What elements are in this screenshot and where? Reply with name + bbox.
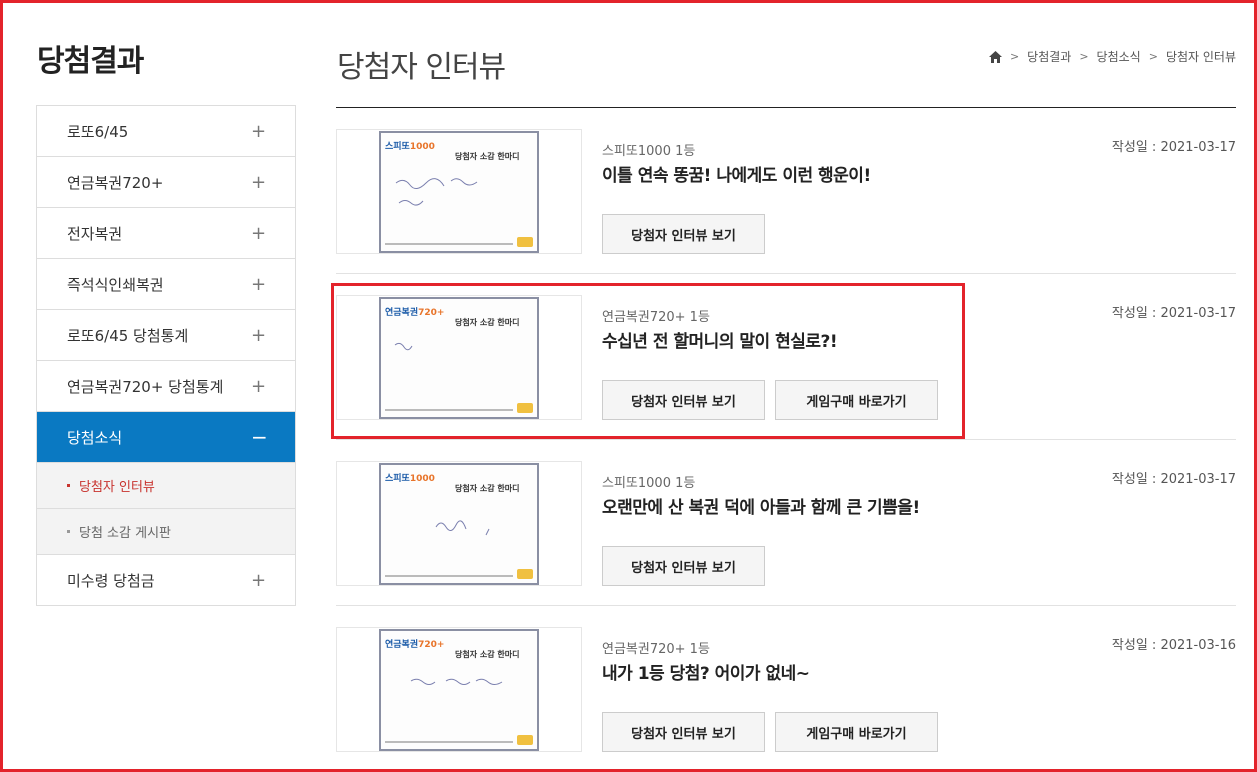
card-date: 작성일 : 2021-03-17 <box>1111 472 1236 487</box>
plus-icon: + <box>251 120 267 142</box>
interview-thumbnail[interactable]: 스피또1000 당첨자 소감 한마디 <box>336 129 582 254</box>
paper-heading: 당첨자 소감 한마디 <box>455 484 520 493</box>
breadcrumb-item[interactable]: 당첨소식 <box>1097 48 1141 65</box>
breadcrumb-item: 당첨자 인터뷰 <box>1165 50 1236 64</box>
buy-game-button[interactable]: 게임구매 바로가기 <box>775 380 938 420</box>
sidebar-item-label: 연금복권720+ <box>67 173 164 192</box>
sidebar-item-unclaimed[interactable]: 미수령 당첨금 + <box>37 555 295 606</box>
handwriting-scribble <box>435 520 490 536</box>
paper-heading: 당첨자 소감 한마디 <box>455 152 520 161</box>
sidebar-subitem-label: 당첨자 인터뷰 <box>79 480 155 495</box>
chevron-right-icon: > <box>1079 50 1089 63</box>
card-headline[interactable]: 수십년 전 할머니의 말이 현실로?! <box>602 327 838 352</box>
lottery-logo: 연금복권720+ <box>385 308 445 318</box>
sidebar-item-label: 전자복권 <box>67 224 123 243</box>
plus-icon: + <box>251 324 267 346</box>
card-category: 스피또1000 1등 <box>602 144 696 159</box>
sidebar-item-label: 연금복권720+ 당첨통계 <box>67 377 224 396</box>
card-date: 작성일 : 2021-03-17 <box>1111 140 1236 155</box>
sidebar-subitem-interview[interactable]: 당첨자 인터뷰 <box>37 463 295 509</box>
home-icon[interactable] <box>988 50 1002 63</box>
lottery-logo: 스피또1000 <box>385 474 435 484</box>
sidebar-item-pension-stats[interactable]: 연금복권720+ 당첨통계 + <box>37 361 295 412</box>
paper-footer <box>385 575 513 577</box>
sidebar-item-label: 즉석식인쇄복권 <box>67 275 164 294</box>
paper-footer <box>385 243 513 245</box>
sidebar-title: 당첨결과 <box>37 44 144 79</box>
card-category: 연금복권720+ 1등 <box>602 642 710 657</box>
paper-heading: 당첨자 소감 한마디 <box>455 650 520 659</box>
breadcrumb-item[interactable]: 당첨결과 <box>1027 48 1071 65</box>
interview-card: 연금복권720+ 당첨자 소감 한마디 연금복권720+ 1등 수십년 전 할머… <box>336 274 1236 440</box>
sidebar-item-label: 로또6/45 당첨통계 <box>67 326 189 345</box>
sidebar-subitem-label: 당첨 소감 게시판 <box>79 526 171 541</box>
interview-thumbnail[interactable]: 연금복권720+ 당첨자 소감 한마디 <box>336 295 582 420</box>
plus-icon: + <box>251 222 267 244</box>
sidebar-subitem-board[interactable]: 당첨 소감 게시판 <box>37 509 295 555</box>
handwriting-scribble <box>394 342 413 351</box>
sidebar-item-pension720[interactable]: 연금복권720+ + <box>37 157 295 208</box>
interview-card: 연금복권720+ 당첨자 소감 한마디 연금복권720+ 1등 내가 1등 당첨… <box>336 606 1236 772</box>
view-interview-button[interactable]: 당첨자 인터뷰 보기 <box>602 712 765 752</box>
breadcrumb: > 당첨결과 > 당첨소식 > 당첨자 인터뷰 <box>988 48 1236 65</box>
sidebar-item-instant[interactable]: 즉석식인쇄복권 + <box>37 259 295 310</box>
card-date: 작성일 : 2021-03-17 <box>1111 306 1236 321</box>
card-date: 작성일 : 2021-03-16 <box>1111 638 1236 653</box>
sidebar-item-news[interactable]: 당첨소식 − <box>37 412 295 463</box>
plus-icon: + <box>251 273 267 295</box>
handwritten-note-image: 연금복권720+ 당첨자 소감 한마디 <box>379 629 539 751</box>
card-headline[interactable]: 내가 1등 당첨? 어이가 없네~ <box>602 659 810 684</box>
stamp-icon <box>517 237 533 247</box>
paper-footer <box>385 409 513 411</box>
handwritten-note-image: 연금복권720+ 당첨자 소감 한마디 <box>379 297 539 419</box>
card-category: 연금복권720+ 1등 <box>602 310 710 325</box>
bullet-icon <box>67 484 70 487</box>
card-headline[interactable]: 이틀 연속 똥꿈! 나에게도 이런 행운이! <box>602 161 871 186</box>
sidebar-item-electronic[interactable]: 전자복권 + <box>37 208 295 259</box>
card-headline[interactable]: 오랜만에 산 복권 덕에 아들과 함께 큰 기쁨을! <box>602 493 920 518</box>
view-interview-button[interactable]: 당첨자 인터뷰 보기 <box>602 380 765 420</box>
paper-footer <box>385 741 513 743</box>
interview-thumbnail[interactable]: 연금복권720+ 당첨자 소감 한마디 <box>336 627 582 752</box>
plus-icon: + <box>251 375 267 397</box>
chevron-right-icon: > <box>1148 50 1158 63</box>
sidebar-menu: 로또6/45 + 연금복권720+ + 전자복권 + 즉석식인쇄복권 + 로또6/45 … <box>36 105 296 606</box>
interview-thumbnail[interactable]: 스피또1000 당첨자 소감 한마디 <box>336 461 582 586</box>
lottery-logo: 스피또1000 <box>385 142 435 152</box>
plus-icon: + <box>251 569 267 591</box>
page-title: 당첨자 인터뷰 <box>337 50 506 85</box>
stamp-icon <box>517 403 533 413</box>
handwriting-scribble <box>395 178 478 206</box>
stamp-icon <box>517 569 533 579</box>
handwritten-note-image: 스피또1000 당첨자 소감 한마디 <box>379 463 539 585</box>
interview-card: 스피또1000 당첨자 소감 한마디 스피또1000 1등 오랜만에 산 복권 … <box>336 440 1236 606</box>
view-interview-button[interactable]: 당첨자 인터뷰 보기 <box>602 214 765 254</box>
handwritten-note-image: 스피또1000 당첨자 소감 한마디 <box>379 131 539 253</box>
buy-game-button[interactable]: 게임구매 바로가기 <box>775 712 938 752</box>
sidebar-item-label: 로또6/45 <box>67 122 129 141</box>
view-interview-button[interactable]: 당첨자 인터뷰 보기 <box>602 546 765 586</box>
sidebar-item-lotto645[interactable]: 로또6/45 + <box>37 106 295 157</box>
lottery-logo: 연금복권720+ <box>385 640 445 650</box>
sidebar-item-lotto-stats[interactable]: 로또6/45 당첨통계 + <box>37 310 295 361</box>
bullet-icon <box>67 530 70 533</box>
paper-heading: 당첨자 소감 한마디 <box>455 318 520 327</box>
sidebar-item-label: 미수령 당첨금 <box>67 571 155 590</box>
minus-icon: − <box>251 425 268 449</box>
handwriting-scribble <box>410 678 503 685</box>
plus-icon: + <box>251 171 267 193</box>
interview-card: 스피또1000 당첨자 소감 한마디 스피또1000 1등 이틀 연속 똥꿈! … <box>336 108 1236 274</box>
chevron-right-icon: > <box>1009 50 1020 63</box>
card-category: 스피또1000 1등 <box>602 476 696 491</box>
sidebar-item-label: 당첨소식 <box>67 428 123 447</box>
stamp-icon <box>517 735 533 745</box>
